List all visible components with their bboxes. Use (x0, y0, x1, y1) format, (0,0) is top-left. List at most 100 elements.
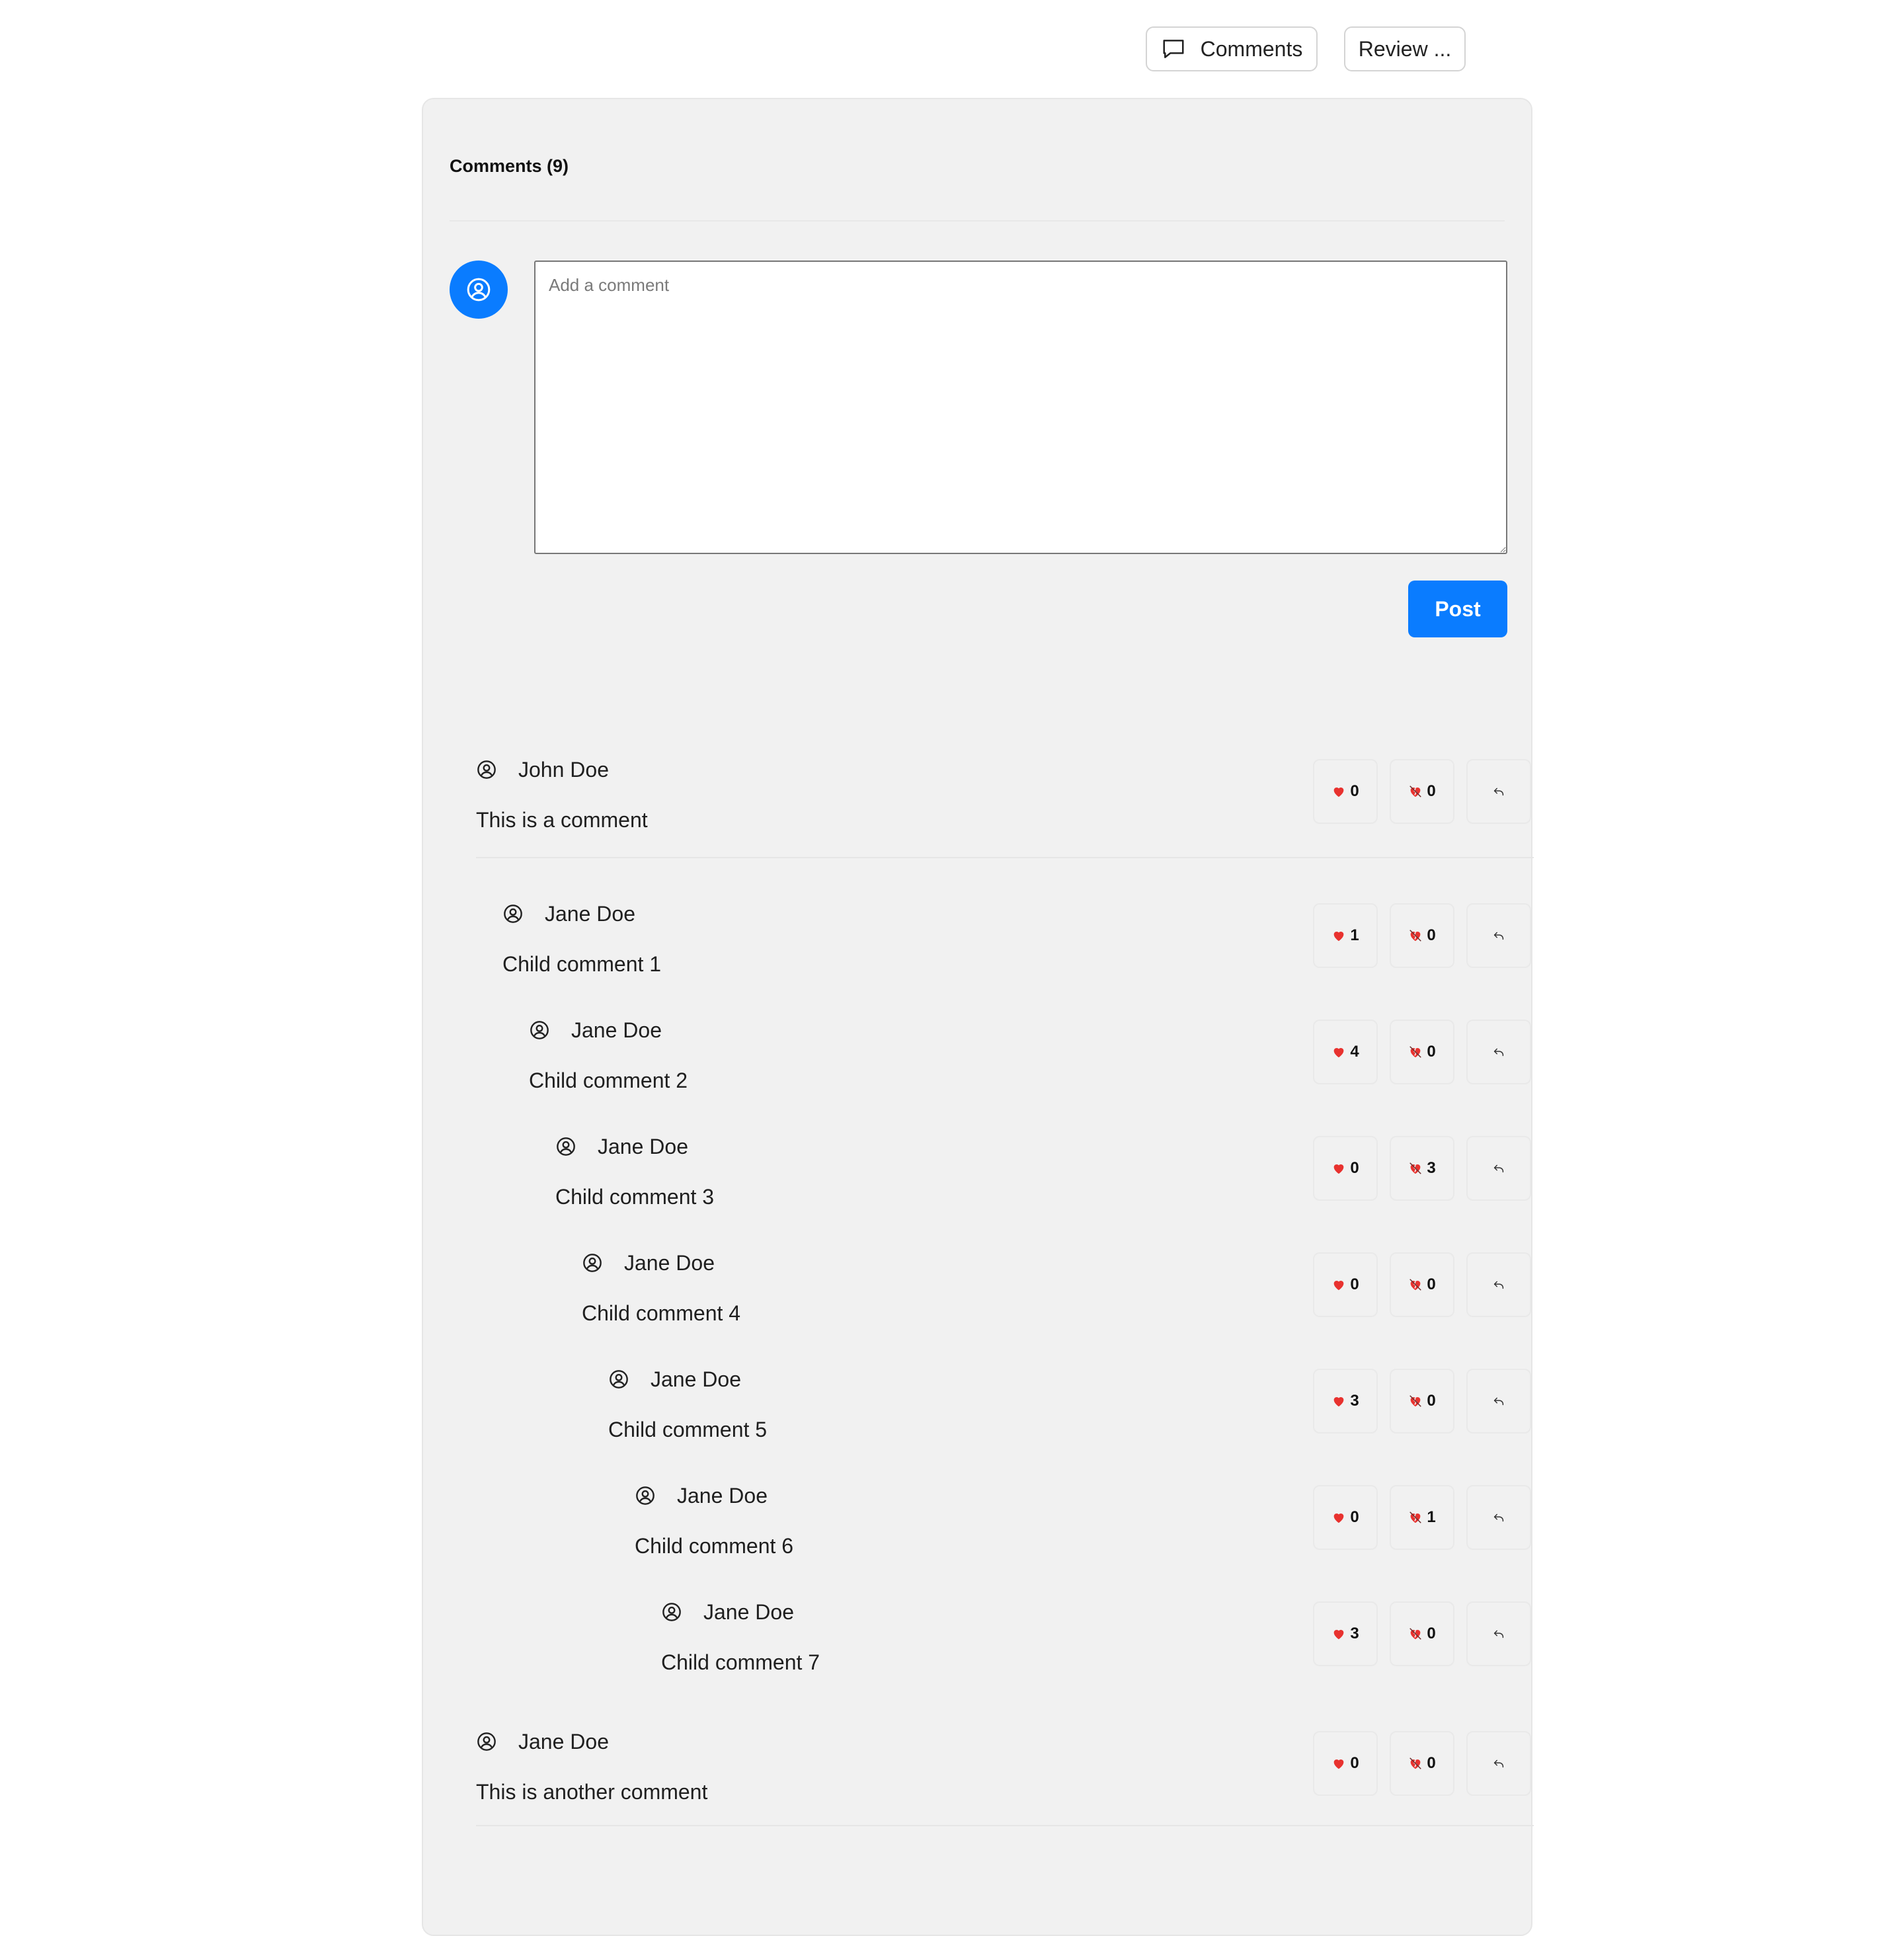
comment-actions: 10 (1313, 903, 1531, 968)
comment-actions: 40 (1313, 1020, 1531, 1084)
like-button[interactable]: 0 (1313, 759, 1378, 824)
user-circle-icon (504, 905, 522, 923)
dislike-button[interactable]: 0 (1390, 1369, 1454, 1433)
heart-icon (1333, 1630, 1344, 1640)
like-button[interactable]: 0 (1313, 1252, 1378, 1317)
comment-actions: 00 (1313, 759, 1531, 824)
comment-text: This is another comment (476, 1780, 708, 1804)
broken-heart-icon (1409, 786, 1422, 797)
broken-heart-icon (1409, 1279, 1422, 1291)
like-button[interactable]: 3 (1313, 1601, 1378, 1666)
comment-author: Jane Doe (571, 1018, 662, 1042)
broken-heart-icon (1409, 930, 1422, 942)
like-count: 0 (1350, 1159, 1359, 1177)
like-count: 0 (1350, 1754, 1359, 1772)
comments-button[interactable]: Comments (1146, 26, 1318, 71)
dislike-button[interactable]: 0 (1390, 1020, 1454, 1084)
dislike-button[interactable]: 1 (1390, 1485, 1454, 1550)
dislike-button[interactable]: 0 (1390, 759, 1454, 824)
reply-button[interactable] (1466, 759, 1531, 824)
dislike-button[interactable]: 0 (1390, 903, 1454, 968)
like-count: 3 (1350, 1625, 1359, 1642)
review-button[interactable]: Review ... (1344, 26, 1466, 71)
dislike-button[interactable]: 3 (1390, 1136, 1454, 1201)
like-count: 3 (1350, 1392, 1359, 1410)
comments-button-label: Comments (1200, 36, 1303, 61)
reply-icon (1493, 1397, 1504, 1406)
comment-actions: 30 (1313, 1369, 1531, 1433)
comment-text: Child comment 2 (529, 1069, 688, 1092)
broken-heart-icon (1409, 1512, 1422, 1523)
reply-icon (1493, 1281, 1504, 1289)
reply-button[interactable] (1466, 1485, 1531, 1550)
reply-icon (1493, 932, 1504, 940)
comment-author: John Doe (518, 757, 609, 782)
heart-icon (1333, 1397, 1344, 1407)
comment-actions: 00 (1313, 1252, 1531, 1317)
user-circle-icon (662, 1603, 681, 1621)
heart-icon (1333, 1513, 1344, 1523)
user-circle-icon (636, 1486, 654, 1505)
comment-header: Jane Doe (608, 1361, 741, 1398)
reply-button[interactable] (1466, 1252, 1531, 1317)
user-circle-icon (477, 760, 496, 779)
broken-heart-icon (1409, 1162, 1422, 1174)
like-count: 4 (1350, 1043, 1359, 1061)
like-button[interactable]: 3 (1313, 1369, 1378, 1433)
comment-text: Child comment 5 (608, 1418, 768, 1441)
reply-button[interactable] (1466, 1731, 1531, 1796)
reply-icon (1493, 1630, 1504, 1638)
post-button[interactable]: Post (1408, 581, 1507, 637)
reply-icon (1493, 787, 1504, 796)
user-circle-icon (477, 1732, 496, 1751)
like-button[interactable]: 0 (1313, 1136, 1378, 1201)
like-button[interactable]: 4 (1313, 1020, 1378, 1084)
dislike-count: 3 (1427, 1159, 1436, 1177)
comment-author: Jane Doe (651, 1367, 741, 1391)
comment-header: John Doe (476, 751, 609, 788)
reply-icon (1493, 1164, 1504, 1173)
comment-header: Jane Doe (476, 1723, 609, 1760)
like-button[interactable]: 0 (1313, 1485, 1378, 1550)
reply-button[interactable] (1466, 1601, 1531, 1666)
like-button[interactable]: 1 (1313, 903, 1378, 968)
dislike-count: 0 (1427, 926, 1436, 944)
dislike-button[interactable]: 0 (1390, 1252, 1454, 1317)
heart-icon (1333, 1048, 1344, 1058)
like-button[interactable]: 0 (1313, 1731, 1378, 1796)
divider (450, 220, 1505, 222)
reply-icon (1493, 1048, 1504, 1057)
dislike-count: 0 (1427, 1754, 1436, 1772)
comment-actions: 03 (1313, 1136, 1531, 1201)
like-count: 0 (1350, 1275, 1359, 1293)
reply-button[interactable] (1466, 1020, 1531, 1084)
comment-header: Jane Doe (555, 1128, 688, 1165)
comment-author: Jane Doe (624, 1250, 715, 1275)
user-circle-icon (557, 1137, 575, 1156)
like-count: 1 (1350, 926, 1359, 944)
panel-title: Comments (9) (450, 156, 569, 176)
reply-button[interactable] (1466, 1369, 1531, 1433)
broken-heart-icon (1409, 1628, 1422, 1640)
dislike-button[interactable]: 0 (1390, 1731, 1454, 1796)
reply-button[interactable] (1466, 1136, 1531, 1201)
comment-author: Jane Doe (545, 901, 635, 926)
reply-icon (1493, 1759, 1504, 1768)
review-button-label: Review ... (1358, 36, 1452, 61)
comment-author: Jane Doe (518, 1729, 609, 1754)
comment-header: Jane Doe (635, 1477, 768, 1514)
heart-icon (1333, 1759, 1344, 1769)
like-count: 0 (1350, 1508, 1359, 1526)
comment-input[interactable] (534, 261, 1507, 554)
like-count: 0 (1350, 782, 1359, 800)
comment-text: This is a comment (476, 808, 648, 832)
reply-button[interactable] (1466, 903, 1531, 968)
comment-text: Child comment 7 (661, 1650, 820, 1674)
dislike-count: 0 (1427, 1625, 1436, 1642)
user-circle-icon (610, 1370, 628, 1389)
comment-header: Jane Doe (502, 895, 635, 932)
heart-icon (1333, 1164, 1344, 1174)
comment-header: Jane Doe (529, 1012, 662, 1049)
comment-divider (476, 1825, 1534, 1826)
dislike-button[interactable]: 0 (1390, 1601, 1454, 1666)
